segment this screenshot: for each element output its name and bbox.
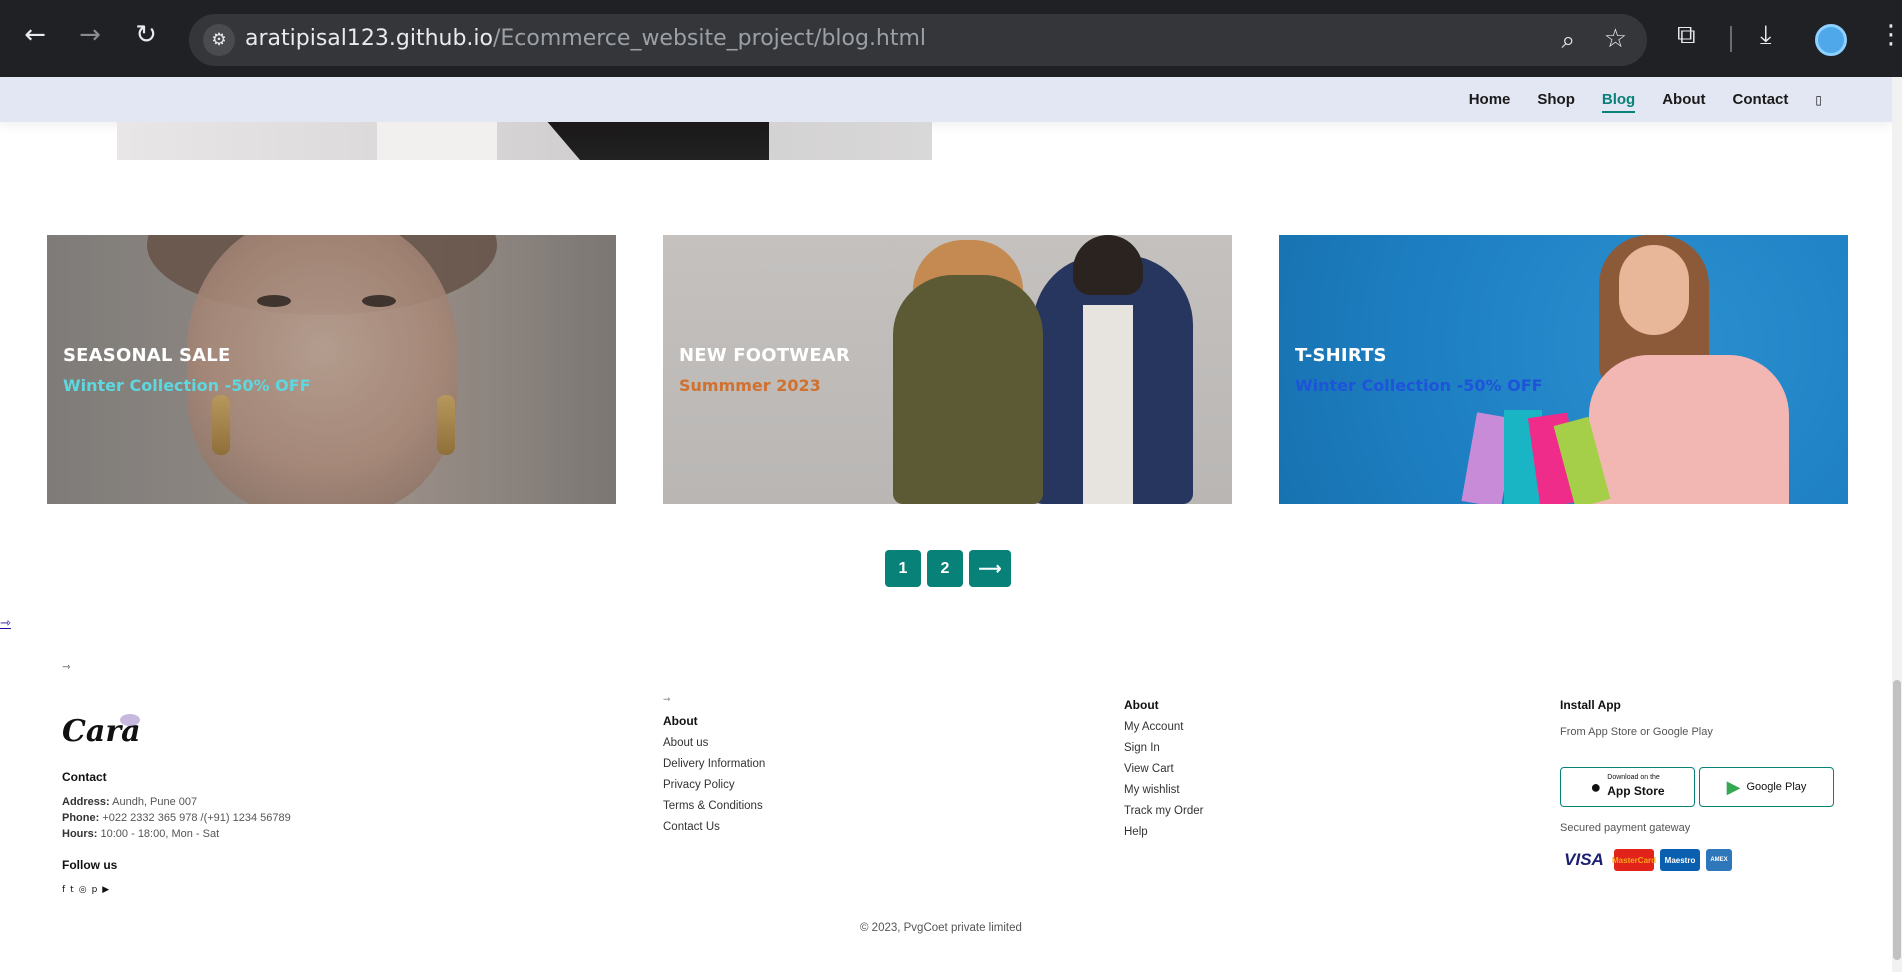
apple-icon: ● xyxy=(1590,776,1602,797)
mastercard-logo: MasterCard xyxy=(1612,849,1656,871)
logo-flower-icon xyxy=(120,714,140,726)
link-track-order[interactable]: Track my Order xyxy=(1124,805,1203,817)
footer: Cara Contact Address: Aundh, Pune 007 Ph… xyxy=(0,690,1892,972)
youtube-icon[interactable]: ▶ xyxy=(102,885,109,895)
page-2-button[interactable]: 2 xyxy=(927,550,963,587)
nav-blog[interactable]: Blog xyxy=(1601,91,1636,113)
phone-line: Phone: +022 2332 365 978 /(+91) 1234 567… xyxy=(62,812,291,824)
visa-logo: VISA xyxy=(1564,850,1604,869)
install-subtext: From App Store or Google Play xyxy=(1560,726,1713,738)
reload-icon[interactable]: ↻ xyxy=(133,22,159,48)
account-heading: About xyxy=(1124,698,1159,712)
amex-logo: AMEX xyxy=(1706,849,1732,871)
google-play-icon: ▶ xyxy=(1726,776,1741,797)
banner-title: SEASONAL SALE xyxy=(63,345,231,366)
zoom-icon[interactable]: ⌕ xyxy=(1562,26,1575,54)
pagination: 1 2 ⟶ xyxy=(885,550,1017,587)
install-heading: Install App xyxy=(1560,698,1621,712)
social-icons: f t ◎ p ▶ xyxy=(62,885,114,895)
banner-new-footwear[interactable]: NEW FOOTWEAR Summmer 2023 xyxy=(663,235,1232,504)
link-my-account[interactable]: My Account xyxy=(1124,721,1203,733)
footer-about-column: ⇾ About About us Delivery Information Pr… xyxy=(663,694,765,833)
link-wishlist[interactable]: My wishlist xyxy=(1124,784,1203,796)
pinterest-icon[interactable]: p xyxy=(92,885,98,895)
banner-title: NEW FOOTWEAR xyxy=(679,345,851,366)
hours-line: Hours: 10:00 - 18:00, Mon - Sat xyxy=(62,828,220,840)
nav-shop[interactable]: Shop xyxy=(1537,91,1575,108)
extensions-icon[interactable]: ⧉ xyxy=(1677,20,1696,51)
page-1-button[interactable]: 1 xyxy=(885,550,921,587)
nav-contact[interactable]: Contact xyxy=(1733,91,1789,108)
toolbar-separator xyxy=(1730,26,1732,52)
nav-about[interactable]: About xyxy=(1662,91,1705,108)
shopping-bag-icon[interactable]: ▯ xyxy=(1815,93,1822,107)
instagram-icon[interactable]: ◎ xyxy=(79,885,87,895)
url-text[interactable]: aratipisal123.github.io/Ecommerce_websit… xyxy=(245,26,926,51)
link-about-us[interactable]: About us xyxy=(663,737,765,749)
banner-title: T-SHIRTS xyxy=(1295,345,1387,366)
link-sign-in[interactable]: Sign In xyxy=(1124,742,1203,754)
follow-heading: Follow us xyxy=(62,858,118,872)
payment-gateway-text: Secured payment gateway xyxy=(1560,822,1691,834)
copyright: © 2023, PvgCoet private limited xyxy=(860,922,1022,934)
bookmark-star-icon[interactable]: ☆ xyxy=(1604,24,1627,54)
back-icon[interactable]: ← xyxy=(22,22,48,48)
maestro-logo: Maestro xyxy=(1660,849,1700,871)
next-page-button[interactable]: ⟶ xyxy=(969,550,1011,587)
forward-icon[interactable]: → xyxy=(77,22,103,48)
banner-subtitle: Winter Collection -50% OFF xyxy=(1295,376,1543,395)
stray-arrow-link[interactable]: ⇾ xyxy=(0,616,11,631)
menu-kebab-icon[interactable]: ⋮ xyxy=(1878,20,1902,50)
nav-home[interactable]: Home xyxy=(1469,91,1511,108)
link-privacy-policy[interactable]: Privacy Policy xyxy=(663,779,765,791)
twitter-icon[interactable]: t xyxy=(70,885,74,895)
browser-toolbar: ← → ↻ ⚙ aratipisal123.github.io/Ecommerc… xyxy=(0,0,1902,77)
arrow-icon: ⇾ xyxy=(663,694,671,704)
link-delivery-info[interactable]: Delivery Information xyxy=(663,758,765,770)
profile-avatar[interactable] xyxy=(1815,24,1847,56)
banner-t-shirts[interactable]: T-SHIRTS Winter Collection -50% OFF xyxy=(1279,235,1848,504)
stray-arrow: ⇾ xyxy=(62,662,71,673)
download-icon[interactable]: ⤓ xyxy=(1760,20,1772,51)
link-terms[interactable]: Terms & Conditions xyxy=(663,800,765,812)
link-contact-us[interactable]: Contact Us xyxy=(663,821,765,833)
banner-seasonal-sale[interactable]: SEASONAL SALE Winter Collection -50% OFF xyxy=(47,235,616,504)
payment-logos: VISA MasterCard Maestro AMEX xyxy=(1560,849,1738,871)
footer-install-column: Install App From App Store or Google Pla… xyxy=(1560,698,1834,871)
site-header: Home Shop Blog About Contact ▯ xyxy=(0,77,1892,122)
facebook-icon[interactable]: f xyxy=(62,885,65,895)
site-info-icon[interactable]: ⚙ xyxy=(203,24,235,56)
address-bar[interactable]: ⚙ aratipisal123.github.io/Ecommerce_webs… xyxy=(189,14,1647,66)
banner-subtitle: Winter Collection -50% OFF xyxy=(63,376,311,395)
address-line: Address: Aundh, Pune 007 xyxy=(62,796,198,808)
scrollbar-thumb[interactable] xyxy=(1893,680,1901,960)
contact-heading: Contact xyxy=(62,770,107,784)
google-play-button[interactable]: ▶ Google Play xyxy=(1699,767,1834,807)
banner-subtitle: Summmer 2023 xyxy=(679,376,821,395)
main-nav: Home Shop Blog About Contact ▯ xyxy=(1442,77,1822,122)
link-view-cart[interactable]: View Cart xyxy=(1124,763,1203,775)
link-help[interactable]: Help xyxy=(1124,826,1203,838)
app-store-button[interactable]: ● Download on the App Store xyxy=(1560,767,1695,807)
footer-account-column: About My Account Sign In View Cart My wi… xyxy=(1124,698,1203,838)
about-heading: About xyxy=(663,714,698,728)
blog-image-partial xyxy=(117,122,932,160)
